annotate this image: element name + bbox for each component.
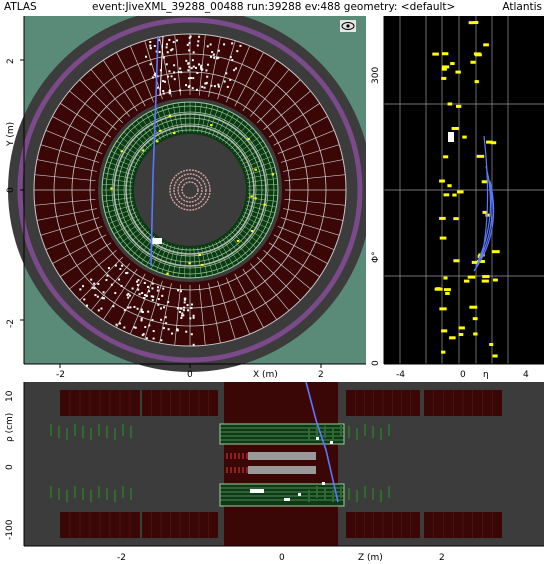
rz-y-label: ρ (cm) [5, 413, 15, 442]
inner-gap [134, 134, 246, 246]
rz-pixel-upper [248, 452, 316, 460]
event-info: event:JiveXML_39288_00488 run:39288 ev:4… [92, 1, 456, 13]
atlantis-label: Atlantis [502, 1, 542, 13]
eye-icon[interactable] [340, 20, 356, 32]
xy-y-tick-2: 2 [6, 58, 16, 64]
rz-view-canvas[interactable]: -2 0 2 Z (m) 10 0 -100 ρ (cm) [0, 380, 546, 564]
xy-x-tick-marks [59, 364, 322, 368]
rz-pixel-lower [248, 466, 316, 474]
pe-y-tick-0: 0 [371, 360, 381, 366]
xy-view-canvas[interactable]: -2 0 2 X (m) 2 0 -2 Y (m) [0, 16, 380, 380]
xy-x-tick-0: 0 [187, 370, 193, 380]
xy-y-tick-neg2: -2 [6, 319, 16, 328]
xy-x-tick-2: 2 [318, 370, 324, 380]
xy-y-label: Y (m) [6, 122, 16, 147]
rz-central-calo [224, 382, 338, 546]
title-bar: ATLAS event:JiveXML_39288_00488 run:3928… [0, 0, 546, 16]
phi-eta-panel[interactable]: -4 0 4 η 300 0 Φ° [366, 16, 546, 380]
xy-x-label: X (m) [253, 370, 278, 380]
pe-x-tick-0: 0 [460, 370, 466, 380]
xy-view-panel[interactable]: -2 0 2 X (m) 2 0 -2 Y (m) [0, 16, 380, 380]
pe-y-label: Φ° [371, 251, 381, 263]
pe-x-label: η [483, 370, 489, 380]
xy-y-tick-marks [20, 59, 24, 321]
rz-x-tick-neg2: -2 [117, 553, 126, 563]
xy-y-tick-0: 0 [6, 187, 16, 193]
rz-y-tick-0: 0 [5, 464, 15, 470]
pe-x-tick-4: 4 [523, 370, 529, 380]
rz-view-panel[interactable]: -2 0 2 Z (m) 10 0 -100 ρ (cm) [0, 380, 546, 564]
rz-x-tick-2: 2 [439, 553, 445, 563]
rz-x-label: Z (m) [358, 553, 383, 563]
pe-y-tick-300: 300 [371, 67, 381, 84]
phi-eta-canvas[interactable]: -4 0 4 η 300 0 Φ° [366, 16, 546, 380]
rz-y-tick-neg100: -100 [5, 519, 15, 540]
rz-x-tick-0: 0 [279, 553, 285, 563]
atlas-label: ATLAS [4, 1, 37, 13]
rz-y-tick-10: 10 [5, 390, 15, 402]
xy-x-tick-neg2: -2 [56, 370, 65, 380]
pe-x-tick-neg4: -4 [396, 370, 405, 380]
